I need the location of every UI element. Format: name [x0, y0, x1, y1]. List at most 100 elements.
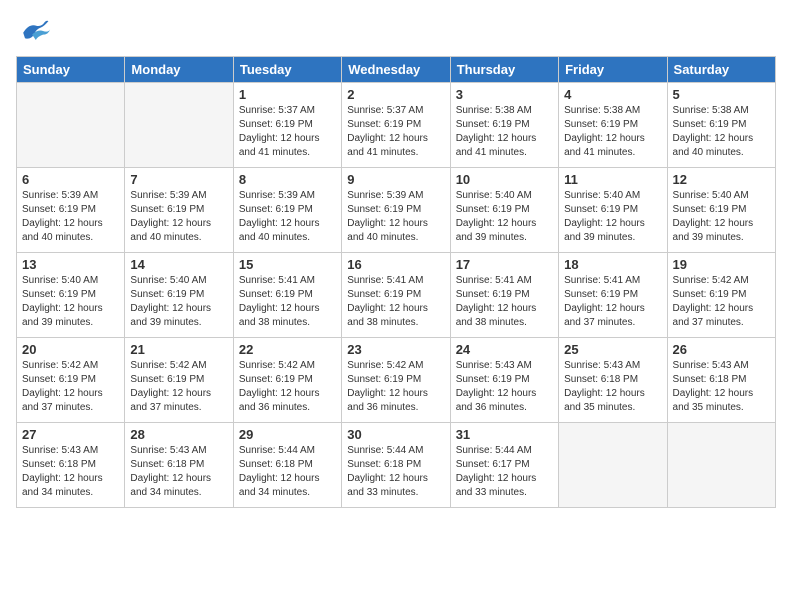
column-header-thursday: Thursday: [450, 57, 558, 83]
day-number: 12: [673, 172, 770, 187]
day-info: Sunrise: 5:43 AM Sunset: 6:18 PM Dayligh…: [564, 359, 661, 415]
column-header-friday: Friday: [559, 57, 667, 83]
day-number: 15: [239, 257, 336, 272]
day-number: 6: [22, 172, 119, 187]
day-number: 28: [130, 427, 227, 442]
calendar-cell: 30 Sunrise: 5:44 AM Sunset: 6:18 PM Dayli…: [342, 423, 450, 508]
day-info: Sunrise: 5:43 AM Sunset: 6:18 PM Dayligh…: [22, 444, 119, 500]
day-info: Sunrise: 5:40 AM Sunset: 6:19 PM Dayligh…: [22, 274, 119, 330]
day-info: Sunrise: 5:44 AM Sunset: 6:18 PM Dayligh…: [347, 444, 444, 500]
calendar-cell: 31 Sunrise: 5:44 AM Sunset: 6:17 PM Dayli…: [450, 423, 558, 508]
day-info: Sunrise: 5:39 AM Sunset: 6:19 PM Dayligh…: [22, 189, 119, 245]
day-info: Sunrise: 5:39 AM Sunset: 6:19 PM Dayligh…: [239, 189, 336, 245]
calendar-cell: [559, 423, 667, 508]
day-info: Sunrise: 5:38 AM Sunset: 6:19 PM Dayligh…: [673, 104, 770, 160]
calendar-cell: 1 Sunrise: 5:37 AM Sunset: 6:19 PM Daylig…: [233, 83, 341, 168]
calendar-cell: 19Sunrise: 5:42 AM Sunset: 6:19 PM Dayli…: [667, 253, 775, 338]
week-row-1: 1 Sunrise: 5:37 AM Sunset: 6:19 PM Daylig…: [17, 83, 776, 168]
day-number: 29: [239, 427, 336, 442]
day-info: Sunrise: 5:40 AM Sunset: 6:19 PM Dayligh…: [130, 274, 227, 330]
logo: [16, 16, 56, 46]
day-info: Sunrise: 5:42 AM Sunset: 6:19 PM Dayligh…: [673, 274, 770, 330]
calendar-cell: 4 Sunrise: 5:38 AM Sunset: 6:19 PM Daylig…: [559, 83, 667, 168]
calendar-cell: 13Sunrise: 5:40 AM Sunset: 6:19 PM Dayli…: [17, 253, 125, 338]
calendar-cell: 22 Sunrise: 5:42 AM Sunset: 6:19 PM Dayli…: [233, 338, 341, 423]
day-number: 30: [347, 427, 444, 442]
day-number: 20: [22, 342, 119, 357]
day-info: Sunrise: 5:39 AM Sunset: 6:19 PM Dayligh…: [347, 189, 444, 245]
calendar-cell: 25 Sunrise: 5:43 AM Sunset: 6:18 PM Dayli…: [559, 338, 667, 423]
day-info: Sunrise: 5:38 AM Sunset: 6:19 PM Dayligh…: [564, 104, 661, 160]
day-info: Sunrise: 5:42 AM Sunset: 6:19 PM Dayligh…: [347, 359, 444, 415]
week-row-5: 27 Sunrise: 5:43 AM Sunset: 6:18 PM Dayli…: [17, 423, 776, 508]
calendar-table: SundayMondayTuesdayWednesdayThursdayFrid…: [16, 56, 776, 508]
day-info: Sunrise: 5:40 AM Sunset: 6:19 PM Dayligh…: [456, 189, 553, 245]
calendar-cell: 2 Sunrise: 5:37 AM Sunset: 6:19 PM Daylig…: [342, 83, 450, 168]
calendar-cell: 8 Sunrise: 5:39 AM Sunset: 6:19 PM Daylig…: [233, 168, 341, 253]
day-number: 5: [673, 87, 770, 102]
calendar-cell: 15 Sunrise: 5:41 AM Sunset: 6:19 PM Dayli…: [233, 253, 341, 338]
page-header: [16, 16, 776, 46]
day-number: 17: [456, 257, 553, 272]
calendar-cell: [17, 83, 125, 168]
day-info: Sunrise: 5:41 AM Sunset: 6:19 PM Dayligh…: [239, 274, 336, 330]
day-number: 3: [456, 87, 553, 102]
day-number: 25: [564, 342, 661, 357]
day-info: Sunrise: 5:42 AM Sunset: 6:19 PM Dayligh…: [22, 359, 119, 415]
column-header-tuesday: Tuesday: [233, 57, 341, 83]
day-info: Sunrise: 5:42 AM Sunset: 6:19 PM Dayligh…: [239, 359, 336, 415]
day-info: Sunrise: 5:37 AM Sunset: 6:19 PM Dayligh…: [347, 104, 444, 160]
day-info: Sunrise: 5:43 AM Sunset: 6:19 PM Dayligh…: [456, 359, 553, 415]
calendar-cell: [667, 423, 775, 508]
calendar-cell: 29 Sunrise: 5:44 AM Sunset: 6:18 PM Dayli…: [233, 423, 341, 508]
day-number: 31: [456, 427, 553, 442]
day-number: 1: [239, 87, 336, 102]
day-number: 24: [456, 342, 553, 357]
day-number: 22: [239, 342, 336, 357]
week-row-2: 6 Sunrise: 5:39 AM Sunset: 6:19 PM Daylig…: [17, 168, 776, 253]
day-info: Sunrise: 5:42 AM Sunset: 6:19 PM Dayligh…: [130, 359, 227, 415]
day-number: 2: [347, 87, 444, 102]
day-number: 9: [347, 172, 444, 187]
calendar-cell: 10 Sunrise: 5:40 AM Sunset: 6:19 PM Dayli…: [450, 168, 558, 253]
calendar-header-row: SundayMondayTuesdayWednesdayThursdayFrid…: [17, 57, 776, 83]
column-header-wednesday: Wednesday: [342, 57, 450, 83]
calendar-cell: 17 Sunrise: 5:41 AM Sunset: 6:19 PM Dayli…: [450, 253, 558, 338]
calendar-cell: 20 Sunrise: 5:42 AM Sunset: 6:19 PM Dayli…: [17, 338, 125, 423]
calendar-cell: 21 Sunrise: 5:42 AM Sunset: 6:19 PM Dayli…: [125, 338, 233, 423]
day-number: 27: [22, 427, 119, 442]
day-number: 7: [130, 172, 227, 187]
day-number: 14: [130, 257, 227, 272]
calendar-cell: 7Sunrise: 5:39 AM Sunset: 6:19 PM Daylig…: [125, 168, 233, 253]
week-row-3: 13Sunrise: 5:40 AM Sunset: 6:19 PM Dayli…: [17, 253, 776, 338]
week-row-4: 20 Sunrise: 5:42 AM Sunset: 6:19 PM Dayli…: [17, 338, 776, 423]
day-info: Sunrise: 5:41 AM Sunset: 6:19 PM Dayligh…: [456, 274, 553, 330]
day-number: 21: [130, 342, 227, 357]
logo-bird-icon: [16, 16, 52, 46]
day-number: 4: [564, 87, 661, 102]
day-info: Sunrise: 5:37 AM Sunset: 6:19 PM Dayligh…: [239, 104, 336, 160]
day-info: Sunrise: 5:38 AM Sunset: 6:19 PM Dayligh…: [456, 104, 553, 160]
day-info: Sunrise: 5:41 AM Sunset: 6:19 PM Dayligh…: [347, 274, 444, 330]
day-number: 10: [456, 172, 553, 187]
day-number: 23: [347, 342, 444, 357]
day-info: Sunrise: 5:40 AM Sunset: 6:19 PM Dayligh…: [673, 189, 770, 245]
calendar-cell: 11Sunrise: 5:40 AM Sunset: 6:19 PM Dayli…: [559, 168, 667, 253]
column-header-monday: Monday: [125, 57, 233, 83]
calendar-cell: 18 Sunrise: 5:41 AM Sunset: 6:19 PM Dayli…: [559, 253, 667, 338]
calendar-cell: 6 Sunrise: 5:39 AM Sunset: 6:19 PM Daylig…: [17, 168, 125, 253]
day-info: Sunrise: 5:41 AM Sunset: 6:19 PM Dayligh…: [564, 274, 661, 330]
day-number: 18: [564, 257, 661, 272]
calendar-cell: 16Sunrise: 5:41 AM Sunset: 6:19 PM Dayli…: [342, 253, 450, 338]
calendar-cell: 26Sunrise: 5:43 AM Sunset: 6:18 PM Dayli…: [667, 338, 775, 423]
column-header-sunday: Sunday: [17, 57, 125, 83]
calendar-cell: 5 Sunrise: 5:38 AM Sunset: 6:19 PM Daylig…: [667, 83, 775, 168]
calendar-cell: [125, 83, 233, 168]
calendar-cell: 12 Sunrise: 5:40 AM Sunset: 6:19 PM Dayli…: [667, 168, 775, 253]
day-number: 8: [239, 172, 336, 187]
day-info: Sunrise: 5:43 AM Sunset: 6:18 PM Dayligh…: [673, 359, 770, 415]
day-info: Sunrise: 5:44 AM Sunset: 6:18 PM Dayligh…: [239, 444, 336, 500]
day-info: Sunrise: 5:44 AM Sunset: 6:17 PM Dayligh…: [456, 444, 553, 500]
day-info: Sunrise: 5:43 AM Sunset: 6:18 PM Dayligh…: [130, 444, 227, 500]
calendar-cell: 14 Sunrise: 5:40 AM Sunset: 6:19 PM Dayli…: [125, 253, 233, 338]
